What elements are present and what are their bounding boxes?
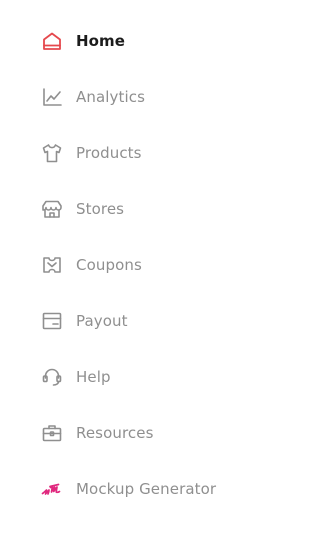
mockup-logo-icon <box>41 478 63 500</box>
sidebar: Home Analytics Products Stores Coupons P… <box>0 0 286 535</box>
sidebar-item-analytics[interactable]: Analytics <box>0 69 286 125</box>
sidebar-nav: Home Analytics Products Stores Coupons P… <box>0 13 286 517</box>
sidebar-item-mockup-generator[interactable]: Mockup Generator <box>0 461 286 517</box>
sidebar-item-label: Help <box>76 368 111 386</box>
sidebar-item-label: Coupons <box>76 256 142 274</box>
analytics-icon <box>41 86 63 108</box>
sidebar-item-label: Analytics <box>76 88 146 106</box>
sidebar-item-coupons[interactable]: Coupons <box>0 237 286 293</box>
sidebar-item-payout[interactable]: Payout <box>0 293 286 349</box>
store-icon <box>41 198 63 220</box>
payout-icon <box>41 310 63 332</box>
briefcase-icon <box>41 422 63 444</box>
headset-icon <box>41 366 63 388</box>
sidebar-item-products[interactable]: Products <box>0 125 286 181</box>
sidebar-item-label: Home <box>76 32 126 50</box>
home-icon <box>41 30 63 52</box>
sidebar-item-home[interactable]: Home <box>0 13 286 69</box>
sidebar-item-label: Payout <box>76 312 128 330</box>
sidebar-item-resources[interactable]: Resources <box>0 405 286 461</box>
sidebar-item-help[interactable]: Help <box>0 349 286 405</box>
coupon-icon <box>41 254 63 276</box>
tshirt-icon <box>41 142 63 164</box>
sidebar-item-stores[interactable]: Stores <box>0 181 286 237</box>
sidebar-item-label: Stores <box>76 200 125 218</box>
sidebar-item-label: Mockup Generator <box>76 480 217 498</box>
sidebar-item-label: Resources <box>76 424 154 442</box>
sidebar-item-label: Products <box>76 144 142 162</box>
